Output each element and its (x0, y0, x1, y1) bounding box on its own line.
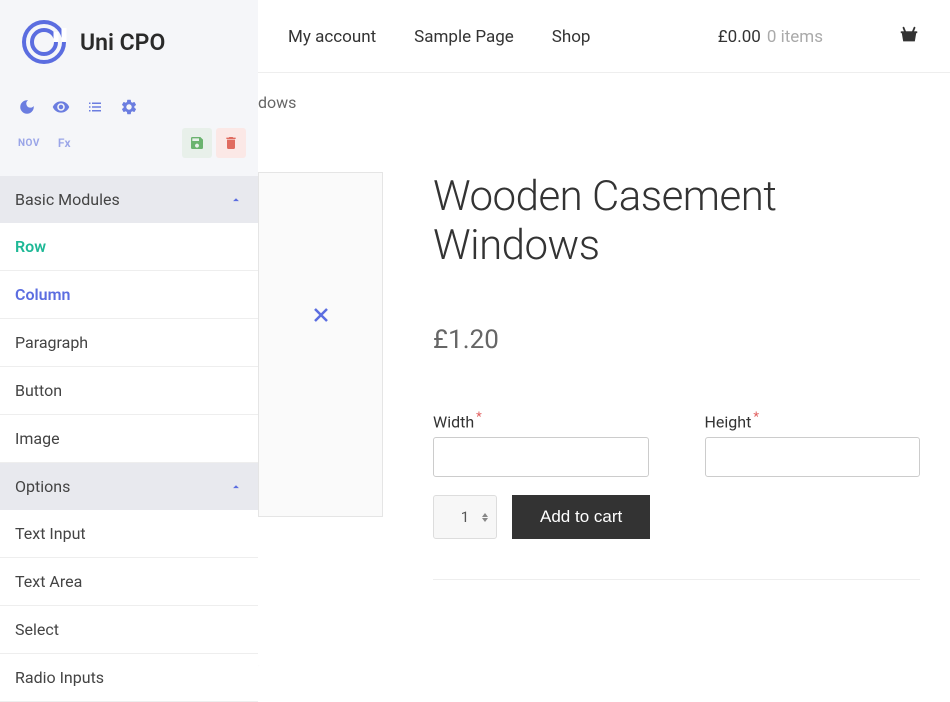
width-input[interactable] (433, 437, 649, 477)
cart-items-count: 0 items (767, 27, 823, 47)
toolbar: NOV Fx (0, 84, 258, 176)
section-basic-modules[interactable]: Basic Modules (0, 176, 258, 223)
save-icon (189, 135, 205, 151)
cart-price: £0.00 (718, 27, 761, 47)
module-row[interactable]: Row (0, 223, 258, 271)
chevron-up-icon (229, 193, 243, 207)
module-text-area[interactable]: Text Area (0, 558, 258, 606)
module-text-input[interactable]: Text Input (0, 510, 258, 558)
eye-icon[interactable] (46, 92, 76, 122)
section-title: Basic Modules (15, 190, 120, 209)
cart-summary[interactable]: £0.00 0 items (718, 27, 823, 47)
main-content: My account Sample Page Shop £0.00 0 item… (258, 0, 950, 665)
nav-my-account[interactable]: My account (288, 27, 376, 47)
list-icon[interactable] (80, 92, 110, 122)
divider (433, 579, 920, 580)
breadcrumb: dows (258, 73, 950, 132)
basket-icon[interactable] (898, 24, 920, 50)
width-label: Width* (433, 410, 649, 431)
moon-icon[interactable] (12, 92, 42, 122)
product-price: £1.20 (433, 325, 920, 355)
top-nav: My account Sample Page Shop £0.00 0 item… (258, 0, 950, 73)
gear-icon[interactable] (114, 92, 144, 122)
trash-icon (223, 135, 239, 151)
product-title: Wooden Casement Windows (433, 172, 920, 270)
module-image[interactable]: Image (0, 415, 258, 463)
sidebar: Uni CPO NOV Fx (0, 0, 258, 665)
logo-icon (20, 18, 68, 66)
height-input[interactable] (705, 437, 921, 477)
logo-text: Uni CPO (80, 29, 165, 56)
module-button[interactable]: Button (0, 367, 258, 415)
fx-badge[interactable]: Fx (50, 132, 79, 154)
quantity-value: 1 (461, 508, 469, 526)
close-icon (259, 303, 382, 327)
chevron-up-icon (229, 480, 243, 494)
height-label: Height* (705, 410, 921, 431)
section-title: Options (15, 477, 70, 496)
nav-sample-page[interactable]: Sample Page (414, 27, 514, 47)
logo: Uni CPO (0, 0, 258, 84)
module-select[interactable]: Select (0, 606, 258, 654)
nav-shop[interactable]: Shop (552, 27, 591, 47)
add-to-cart-button[interactable]: Add to cart (512, 495, 650, 539)
quantity-stepper[interactable]: 1 (433, 495, 497, 539)
module-radio-inputs[interactable]: Radio Inputs (0, 654, 258, 702)
module-column[interactable]: Column (0, 271, 258, 319)
nov-badge[interactable]: NOV (12, 134, 46, 153)
save-button[interactable] (182, 128, 212, 158)
product-image-placeholder[interactable] (258, 172, 383, 517)
module-paragraph[interactable]: Paragraph (0, 319, 258, 367)
section-options[interactable]: Options (0, 463, 258, 510)
delete-button[interactable] (216, 128, 246, 158)
spinner-icon (482, 513, 488, 522)
